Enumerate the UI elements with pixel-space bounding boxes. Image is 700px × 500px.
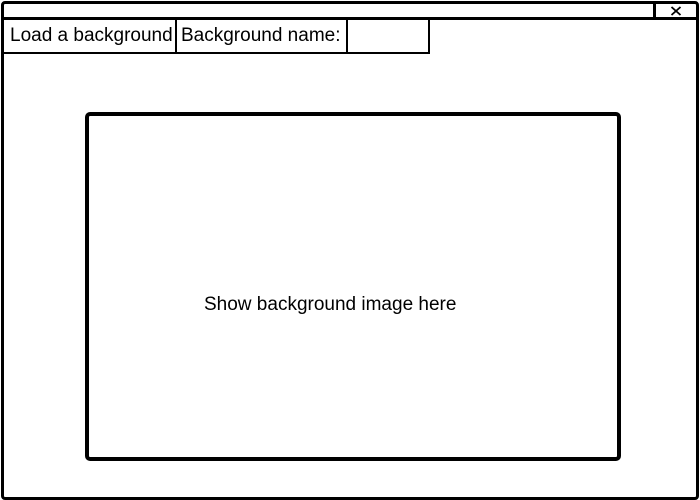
load-background-button[interactable]: Load a background xyxy=(4,20,177,52)
preview-placeholder-text: Show background image here xyxy=(204,294,457,315)
app-window: Load a background Background name: Show … xyxy=(1,1,699,500)
background-name-label: Background name: xyxy=(177,20,348,52)
background-preview-area: Show background image here xyxy=(85,112,621,461)
toolbar: Load a background Background name: xyxy=(4,20,430,54)
close-icon xyxy=(670,5,682,16)
background-name-input[interactable] xyxy=(348,20,428,52)
title-bar[interactable] xyxy=(4,4,696,20)
close-button[interactable] xyxy=(653,4,696,17)
